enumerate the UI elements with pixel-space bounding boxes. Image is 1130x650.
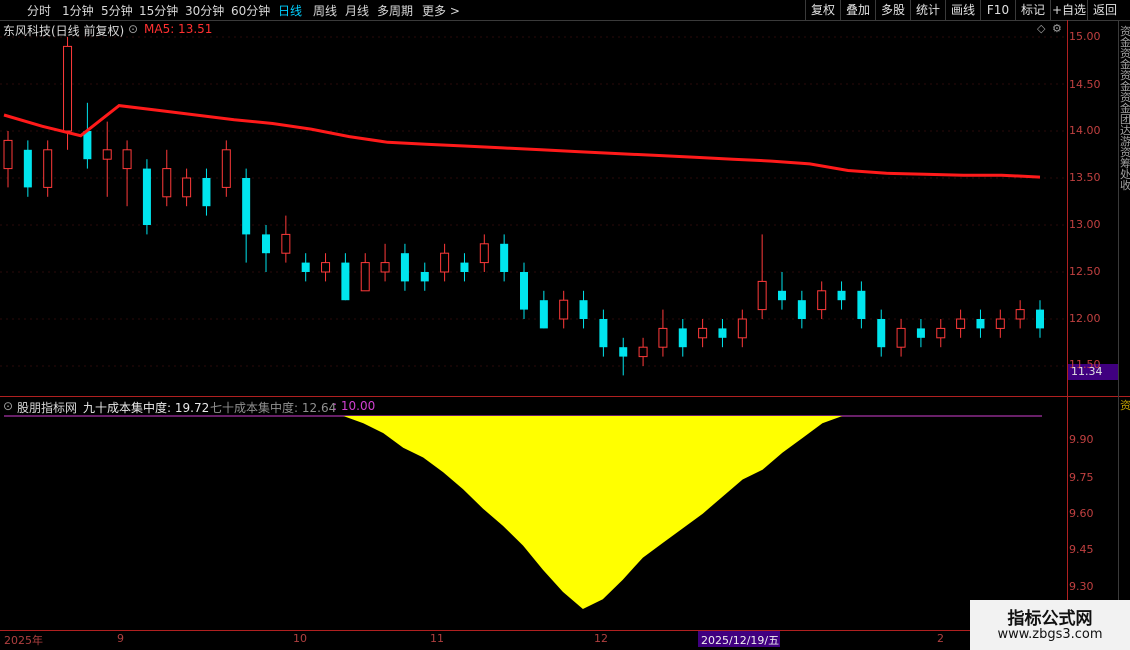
candle-down — [520, 272, 528, 310]
candle-down — [500, 243, 509, 272]
ma-settings-icon[interactable]: ⊙ — [128, 22, 138, 36]
candle-down — [916, 328, 925, 338]
candle-up — [658, 327, 668, 348]
candle-down — [301, 262, 310, 272]
candle-down — [837, 290, 846, 301]
indicator-settings-icon[interactable]: ⊙ — [3, 399, 13, 413]
candle-up — [360, 262, 370, 292]
candle-down — [778, 290, 786, 301]
x-label: 2025年 — [4, 634, 43, 647]
candle-down — [976, 319, 985, 329]
stock-title[interactable]: 东风科技(日线 前复权) — [3, 22, 124, 39]
candle-up — [102, 149, 112, 160]
kline-chart[interactable] — [0, 0, 1130, 650]
indicator-y-tick: 9.90 — [1069, 433, 1094, 446]
y-tick: 14.00 — [1069, 124, 1101, 137]
indicator-line-label: : 10.00 — [333, 399, 376, 413]
candle-down — [857, 290, 866, 319]
watermark-url: www.zbgs3.com — [997, 627, 1103, 642]
y-tick: 13.00 — [1069, 218, 1101, 231]
candle-up — [817, 290, 827, 311]
ma5-line — [3, 104, 1041, 179]
candle-up — [896, 327, 906, 348]
candle-down — [142, 168, 151, 225]
current-price-tag: 11.34 — [1071, 365, 1103, 378]
watermark-title: 指标公式网 — [1007, 609, 1093, 629]
candle-up — [63, 45, 73, 132]
x-label: 10 — [293, 632, 307, 645]
indicator-name[interactable]: 股朋指标网 — [17, 399, 77, 416]
x-label: 9 — [117, 632, 124, 645]
x-label: 2 — [937, 632, 944, 645]
candle-up — [440, 252, 450, 273]
indicator-y-tick: 9.30 — [1069, 580, 1094, 593]
candle-up — [3, 139, 13, 170]
concentration-90-label: 九十成本集中度: 19.72 — [83, 401, 210, 415]
candle-up — [995, 318, 1005, 329]
indicator-side-label: 资 — [1120, 399, 1130, 412]
ma5-label: MA5: 13.51 — [144, 22, 213, 36]
candle-up — [122, 149, 132, 170]
grid-lines — [0, 36, 1067, 367]
candle-up — [43, 149, 53, 188]
candle-up — [221, 149, 231, 188]
candle-down — [400, 253, 409, 282]
candle-up — [956, 318, 966, 329]
watermark-badge: 指标公式网 www.zbgs3.com — [970, 600, 1130, 650]
candle-down — [599, 319, 608, 348]
candle-up — [281, 233, 291, 254]
x-label: 11 — [430, 632, 444, 645]
y-tick: 14.50 — [1069, 78, 1101, 91]
concentration-70-label: 七十成本集中度: 12.64 — [210, 401, 337, 415]
candle-down — [797, 300, 806, 319]
candle-down — [83, 131, 92, 160]
indicator-y-tick: 9.60 — [1069, 507, 1094, 520]
y-tick: 13.50 — [1069, 171, 1101, 184]
candle-up — [479, 243, 489, 264]
diamond-icon[interactable]: ◇ — [1037, 22, 1045, 35]
candle-up — [321, 262, 331, 273]
candle-down — [341, 262, 350, 301]
candle-up — [559, 299, 569, 320]
side-panel-labels[interactable]: 资 金 资 金 资 金 资 金 团 达 游 资 筹 处 收 — [1120, 26, 1130, 191]
date-highlight: 2025/12/19/五 — [701, 634, 780, 647]
candle-down — [718, 328, 727, 338]
candle-down — [242, 178, 251, 235]
y-tick: 15.00 — [1069, 30, 1101, 43]
candle-up — [936, 327, 946, 339]
candle-down — [579, 300, 588, 319]
candle-up — [380, 262, 390, 273]
candle-up — [638, 346, 648, 358]
candle-down — [460, 262, 469, 272]
candle-up — [737, 318, 747, 339]
candle-down — [1036, 309, 1044, 329]
candle-down — [539, 300, 548, 329]
y-tick: 12.00 — [1069, 312, 1101, 325]
candle-down — [202, 178, 211, 207]
indicator-y-tick: 9.75 — [1069, 471, 1094, 484]
candle-down — [678, 328, 687, 348]
candle-down — [420, 272, 429, 282]
candle-up — [698, 327, 708, 339]
candle-down — [619, 347, 628, 357]
candle-up — [1015, 309, 1025, 320]
candle-down — [877, 319, 886, 348]
indicator-y-tick: 9.45 — [1069, 543, 1094, 556]
candles-group — [3, 37, 1044, 376]
y-tick: 12.50 — [1069, 265, 1101, 278]
concentration-area — [4, 416, 1042, 609]
candle-up — [182, 177, 192, 198]
candle-down — [23, 149, 32, 188]
candle-up — [162, 168, 172, 198]
settings-icon[interactable]: ⚙ — [1052, 22, 1062, 35]
side-label: 收 — [1120, 179, 1130, 192]
candle-up — [757, 280, 767, 311]
candle-down — [262, 234, 270, 254]
x-label: 12 — [594, 632, 608, 645]
